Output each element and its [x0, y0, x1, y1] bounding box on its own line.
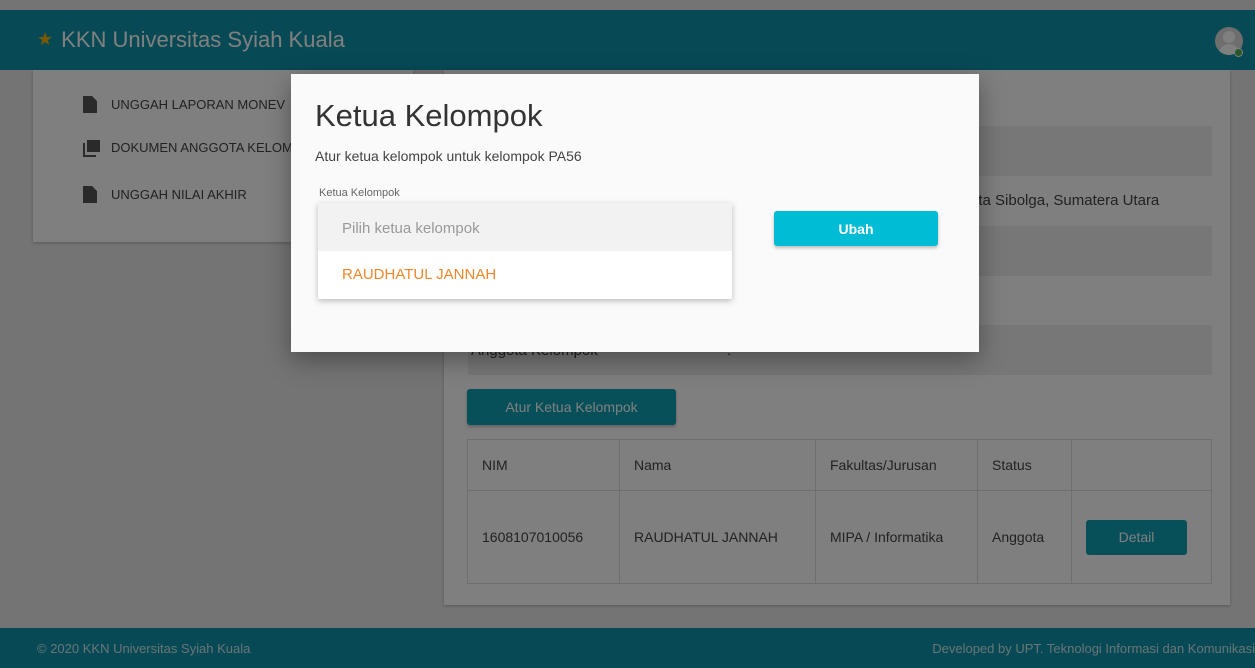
- ubah-button[interactable]: Ubah: [774, 211, 938, 246]
- modal-title: Ketua Kelompok: [315, 98, 543, 133]
- modal-subtitle: Atur ketua kelompok untuk kelompok PA56: [315, 148, 582, 164]
- ketua-kelompok-modal: Ketua Kelompok Atur ketua kelompok untuk…: [291, 74, 979, 352]
- select-option[interactable]: RAUDHATUL JANNAH: [318, 251, 732, 299]
- ketua-field-label: Ketua Kelompok: [319, 187, 400, 199]
- ketua-select-dropdown[interactable]: Pilih ketua kelompok RAUDHATUL JANNAH: [318, 203, 732, 299]
- select-placeholder-option[interactable]: Pilih ketua kelompok: [318, 203, 732, 251]
